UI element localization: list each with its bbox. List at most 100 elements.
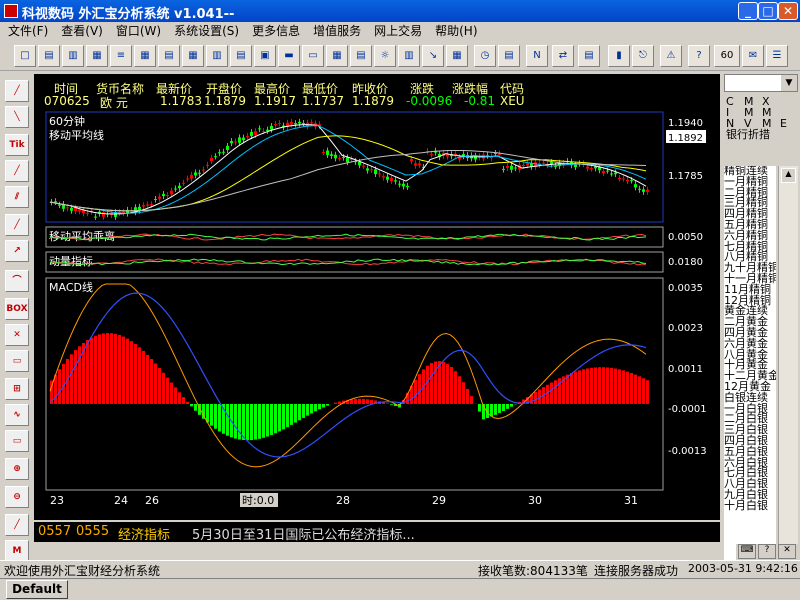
print-icon[interactable]: ▦	[86, 45, 108, 67]
macd-histogram-bar	[178, 392, 181, 404]
val-code: XEU	[500, 94, 525, 108]
arrow-icon[interactable]: ↘	[422, 45, 444, 67]
news-icon[interactable]: ▤	[350, 45, 372, 67]
period-select[interactable]: 60	[714, 45, 740, 67]
menu-help[interactable]: 帮助(H)	[427, 22, 482, 39]
zoom-in-icon[interactable]: ⊕	[5, 458, 29, 480]
report-icon[interactable]: ▤	[158, 45, 180, 67]
candle-body	[602, 170, 605, 174]
candle-body	[94, 216, 97, 218]
macd-histogram-bar	[638, 376, 641, 404]
macd-histogram-bar	[622, 370, 625, 404]
list-icon[interactable]: ≡	[110, 45, 132, 67]
page-icon[interactable]: ▥	[62, 45, 84, 67]
instrument-list-item[interactable]: 十月白银	[724, 500, 776, 512]
open-icon[interactable]: ▤	[38, 45, 60, 67]
table-icon[interactable]: ▦	[134, 45, 156, 67]
keyboard-icon[interactable]: ⌨	[738, 544, 756, 559]
warning-icon[interactable]: ⚠	[660, 45, 682, 67]
save-icon[interactable]: ▬	[278, 45, 300, 67]
candle-body	[346, 157, 349, 163]
candle-body	[522, 164, 525, 167]
ticker-category: 经济指标	[118, 528, 171, 543]
gann-icon[interactable]: ╱	[5, 514, 29, 536]
arc-icon[interactable]: ⌒	[5, 270, 29, 292]
main-panel-subtitle: 移动平均线	[49, 128, 104, 142]
fan-line-icon[interactable]: ╱	[5, 80, 29, 102]
chart-area[interactable]: 60分钟 移动平均线 1.1940 1.1892 1.1785 移动平均乖离 0…	[34, 74, 720, 520]
scrollbar[interactable]: ▲	[778, 166, 798, 560]
macd-histogram-bar	[598, 367, 601, 404]
wave-icon[interactable]: ∿	[5, 404, 29, 426]
val-change: -0.0096	[406, 94, 453, 108]
tab-default[interactable]: Default	[6, 580, 68, 599]
macd-histogram-bar	[642, 378, 645, 404]
maximize-button[interactable]: □	[758, 2, 778, 20]
grid-cell[interactable]: E	[780, 118, 787, 129]
macd-histogram-bar	[278, 404, 281, 432]
panel-icon[interactable]: ▮	[608, 45, 630, 67]
candle-body	[590, 168, 593, 170]
help-icon[interactable]: ?	[688, 45, 710, 67]
speed-line-icon[interactable]: ╲	[5, 106, 29, 128]
bank-category[interactable]: 银行折措	[726, 129, 770, 140]
tile-icon[interactable]: ▦	[326, 45, 348, 67]
scroll-up-icon[interactable]: ▲	[781, 168, 796, 183]
macd-histogram-bar	[174, 387, 177, 404]
exit-icon[interactable]: ⎋	[632, 45, 654, 67]
contact-icon[interactable]: ▥	[398, 45, 420, 67]
minimize-button[interactable]: _	[738, 2, 758, 20]
news-ticker[interactable]: 0557 0555 经济指标 5月30日至31日国际已公布经济指标...	[34, 522, 720, 543]
window-icon[interactable]: ▣	[254, 45, 276, 67]
clock-icon[interactable]: ◷	[474, 45, 496, 67]
close-button[interactable]: ✕	[778, 2, 798, 20]
macd-histogram-bar	[206, 404, 209, 423]
calendar-icon[interactable]: ▤	[498, 45, 520, 67]
val-open: 1.1879	[204, 94, 246, 108]
new-badge-icon[interactable]: N	[526, 45, 548, 67]
bright-icon[interactable]: ☼	[374, 45, 396, 67]
menu-file[interactable]: 文件(F)	[0, 22, 53, 39]
new-icon[interactable]: □	[14, 45, 36, 67]
trend-line-icon[interactable]: ╱	[5, 160, 29, 182]
status-bar: 欢迎使用外汇宝财经分析系统 接收笔数:804133笔 连接服务器成功 2003-…	[0, 560, 800, 578]
menu-value-added[interactable]: 增值服务	[305, 22, 366, 39]
chart-canvas[interactable]: 60分钟 移动平均线 1.1940 1.1892 1.1785 移动平均乖离 0…	[34, 74, 720, 520]
chevron-down-icon[interactable]: ▼	[781, 75, 797, 91]
ticker-text[interactable]: 5月30日至31日国际已公布经济指标...	[192, 524, 415, 543]
close-small-icon[interactable]: ✕	[778, 544, 796, 559]
delete-icon[interactable]: ✕	[5, 324, 29, 346]
grid-icon[interactable]: ▦	[182, 45, 204, 67]
calc-icon[interactable]: ▦	[446, 45, 468, 67]
eraser-icon[interactable]: ▭	[5, 350, 29, 372]
instrument-list[interactable]: 精铜连续 一月精铜 二月精铜 三月精铜 四月精铜 五月精铜 六月精铜 七月精铜 八月精铜 九十月精…	[724, 166, 776, 560]
candle-body	[242, 137, 245, 141]
trade-icon[interactable]: ⇄	[552, 45, 574, 67]
macd-histogram-bar	[554, 380, 557, 404]
screen-icon[interactable]: ▭	[302, 45, 324, 67]
shrink-icon[interactable]: ▭	[5, 430, 29, 452]
zoom-out-icon[interactable]: ⊖	[5, 486, 29, 508]
tick-icon[interactable]: Tik	[5, 134, 29, 156]
instrument-dropdown[interactable]: ▼	[724, 74, 798, 92]
chart-icon[interactable]: ▥	[206, 45, 228, 67]
channel-icon[interactable]: ⫽	[5, 186, 29, 208]
menu-icon[interactable]: ☰	[766, 45, 788, 67]
candle-body	[230, 141, 233, 144]
box-icon[interactable]: BOX	[5, 298, 29, 320]
menu-online-trade[interactable]: 网上交易	[366, 22, 427, 39]
menu-settings[interactable]: 系统设置(S)	[166, 22, 244, 39]
data-icon[interactable]: ▤	[230, 45, 252, 67]
menu-more-info[interactable]: 更多信息	[244, 22, 305, 39]
zoom-icon[interactable]: ⊞	[5, 378, 29, 400]
macd-histogram-bar	[390, 404, 393, 405]
mail-icon[interactable]: ✉	[742, 45, 764, 67]
candle-body	[266, 129, 269, 131]
menu-view[interactable]: 查看(V)	[53, 22, 108, 39]
parallel-icon[interactable]: ╱	[5, 214, 29, 236]
checklist-icon[interactable]: ▤	[578, 45, 600, 67]
help-small-icon[interactable]: ?	[758, 544, 776, 559]
menu-window[interactable]: 窗口(W)	[108, 22, 166, 39]
mark-icon[interactable]: M	[5, 540, 29, 562]
ray-icon[interactable]: ↗	[5, 240, 29, 262]
